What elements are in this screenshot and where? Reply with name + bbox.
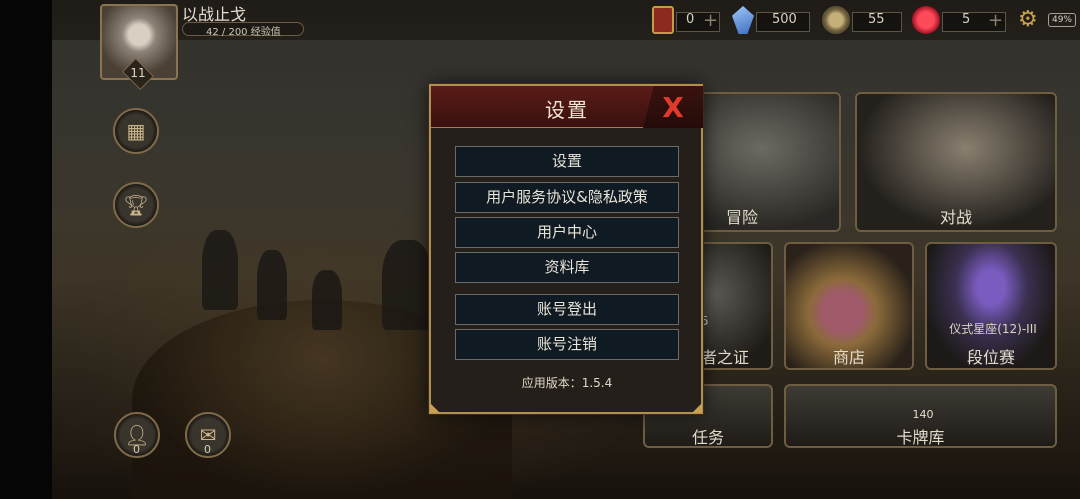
coin-icon <box>822 6 850 34</box>
trophy-icon: 🏆︎ <box>123 193 149 217</box>
collection-count: 140 <box>912 408 934 421</box>
add-cards-icon[interactable]: + <box>703 10 718 31</box>
user-agreement-privacy-button[interactable]: 用户服务协议&隐私政策 <box>455 182 679 213</box>
gem-value: 5 <box>962 12 971 27</box>
gem-icon <box>912 6 940 34</box>
ranked-tile[interactable]: 仪式星座(12)-III 段位赛 <box>925 242 1057 370</box>
crystal-value: 500 <box>772 12 797 27</box>
ranked-label: 段位赛 <box>966 348 1015 367</box>
quests-label: 任务 <box>691 428 724 447</box>
close-button[interactable]: X <box>643 86 703 128</box>
mail-count: 0 <box>204 443 211 456</box>
cards-value: 0 <box>686 12 695 27</box>
battery-indicator: 49% <box>1048 13 1076 27</box>
battle-tile[interactable]: 对战 <box>855 92 1057 232</box>
logout-button[interactable]: 账号登出 <box>455 294 679 325</box>
player-level: 11 <box>130 66 146 80</box>
collection-tile[interactable]: 140 卡牌库 <box>784 384 1057 448</box>
coin-value: 55 <box>868 12 885 27</box>
close-icon: X <box>662 90 684 124</box>
settings-button[interactable]: 设置 <box>455 146 679 177</box>
collection-label: 卡牌库 <box>896 428 945 447</box>
friends-count: 0 <box>133 443 140 456</box>
card-pack-icon <box>652 6 674 34</box>
shop-tile[interactable]: 商店 <box>784 242 914 370</box>
trophy-button[interactable]: 🏆︎ <box>113 182 159 228</box>
add-gems-icon[interactable]: + <box>988 10 1003 31</box>
delete-account-button[interactable]: 账号注销 <box>455 329 679 360</box>
library-button[interactable]: 资料库 <box>455 252 679 283</box>
calendar-icon: ▦ <box>126 119 146 143</box>
shop-label: 商店 <box>832 348 865 367</box>
modal-header: 设置 X <box>431 86 703 128</box>
app-version: 应用版本：1.5.4 <box>521 376 613 390</box>
user-center-button[interactable]: 用户中心 <box>455 217 679 248</box>
calendar-button[interactable]: ▦ <box>113 108 159 154</box>
settings-modal: 设置 X 设置 用户服务协议&隐私政策 用户中心 资料库 账号登出 账号注销 应… <box>429 84 703 414</box>
ranked-rank: 仪式星座(12)-III <box>949 322 1037 336</box>
exp-text: 42 / 200 经验值 <box>206 27 281 38</box>
battle-label: 对战 <box>939 208 972 227</box>
corner-ornament <box>692 403 702 413</box>
left-black-strip <box>0 0 52 499</box>
gear-icon[interactable]: ⚙ <box>1018 7 1038 32</box>
corner-ornament <box>430 403 440 413</box>
